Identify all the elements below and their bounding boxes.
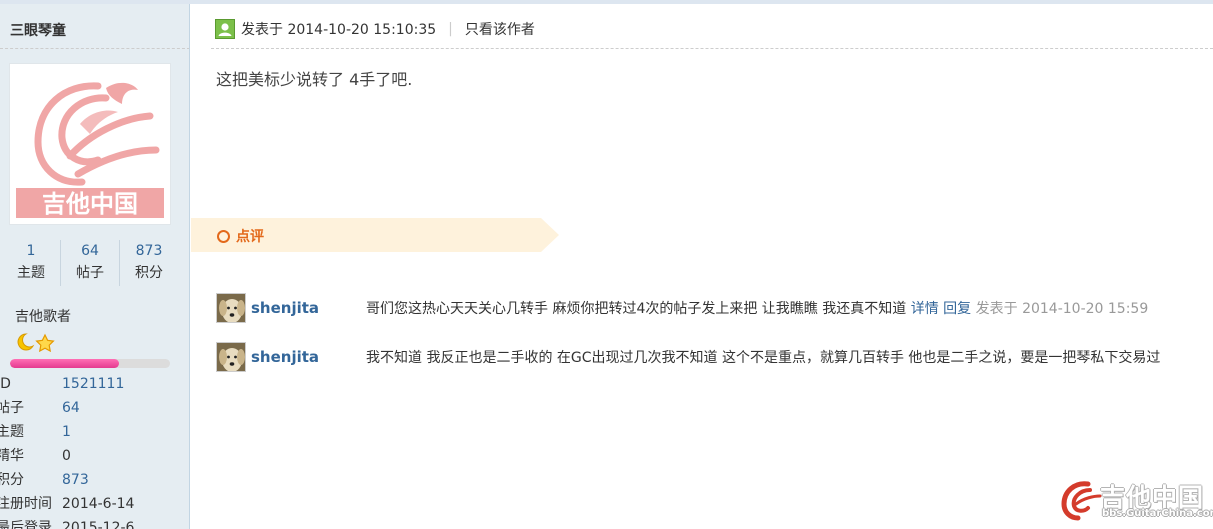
profile-key: 最后登录 [0, 520, 52, 529]
post-content: 发表于 2014-10-20 15:10:35 | 只看该作者 这把美标少说转了… [191, 4, 1213, 529]
stat-credits[interactable]: 873 积分 [120, 240, 178, 286]
profile-row-posts: 帖子 64 [0, 396, 186, 420]
profile-row-last-login: 最后登录 2015-12-6 [0, 516, 186, 529]
stat-value[interactable]: 64 [61, 240, 119, 262]
commenter-avatar[interactable] [216, 342, 246, 372]
comment-item: shenjita 我不知道 我反正也是二手收的 在GC出现过几次我不知道 这个不… [216, 342, 1213, 374]
profile-key: 主题 [0, 424, 24, 440]
user-stats: 1 主题 64 帖子 873 积分 [2, 240, 178, 286]
author-name-link[interactable]: 三眼琴童 [10, 20, 66, 40]
commenter-name-link[interactable]: shenjita [251, 299, 319, 317]
meta-separator: | [448, 21, 453, 37]
profile-key: 精华 [0, 448, 24, 464]
comments-section-header: 点评 [191, 218, 561, 252]
stat-value[interactable]: 1 [2, 240, 60, 262]
profile-value: 2014-6-14 [62, 496, 135, 512]
stat-label: 主题 [17, 265, 45, 281]
profile-row-credits: 积分 873 [0, 468, 186, 492]
avatar[interactable]: 吉他中国 [9, 63, 171, 225]
profile-key: 帖子 [0, 400, 24, 416]
profile-row-threads: 主题 1 [0, 420, 186, 444]
stat-posts[interactable]: 64 帖子 [61, 240, 120, 286]
credit-progress-bar [10, 359, 170, 368]
user-online-icon [215, 19, 235, 39]
comment-body: 哥们您这热心天天关心几转手 麻烦你把转过4次的帖子发上来把 让我瞧瞧 我还真不知… [366, 301, 907, 317]
credit-progress-fill [10, 359, 119, 368]
post-timestamp: 发表于 2014-10-20 15:10:35 [241, 22, 437, 38]
author-sidebar: 三眼琴童 吉他中国 1 主题 64 帖子 873 积分 吉他歌者 D 15211… [0, 4, 190, 529]
guitarchina-logo-image: 吉他中国 [16, 82, 164, 218]
post-meta: 发表于 2014-10-20 15:10:35 | 只看该作者 [215, 18, 535, 40]
moon-icon [17, 333, 35, 351]
comment-body: 我不知道 我反正也是二手收的 在GC出现过几次我不知道 这个不是重点，就算几百转… [366, 350, 1161, 366]
dog-avatar-icon [217, 294, 245, 322]
profile-value[interactable]: 64 [62, 396, 80, 420]
profile-key: 积分 [0, 472, 24, 488]
comment-header-label: 点评 [217, 226, 264, 246]
comment-text: 我不知道 我反正也是二手收的 在GC出现过几次我不知道 这个不是重点，就算几百转… [366, 347, 1160, 367]
post-body-text: 这把美标少说转了 4手了吧. [216, 70, 413, 89]
comment-ring-icon [217, 229, 230, 243]
profile-value: 0 [62, 448, 71, 464]
profile-value: 2015-12-6 [62, 520, 135, 529]
comment-reply-link[interactable]: 回复 [943, 301, 971, 317]
sidebar-divider [0, 48, 189, 49]
comment-header-text: 点评 [236, 229, 264, 245]
comment-text: 哥们您这热心天天关心几转手 麻烦你把转过4次的帖子发上来把 让我瞧瞧 我还真不知… [366, 298, 1148, 318]
guitarchina-swirl-icon [1061, 481, 1102, 521]
comment-detail-link[interactable]: 详情 [911, 301, 939, 317]
comment-item: shenjita 哥们您这热心天天关心几转手 麻烦你把转过4次的帖子发上来把 让… [216, 293, 1213, 325]
site-watermark: 吉他中国 bbs.GuitarChina.com [1058, 476, 1213, 526]
profile-info: ID 1521111 帖子 64 主题 1 精华 0 积分 873 注册时间 2… [0, 372, 186, 529]
watermark-url: bbs.GuitarChina.com [1102, 508, 1213, 519]
stat-value[interactable]: 873 [120, 240, 178, 262]
only-author-link[interactable]: 只看该作者 [465, 19, 535, 39]
commenter-name-link[interactable]: shenjita [251, 348, 319, 366]
rank-badges [15, 332, 65, 353]
dog-avatar-icon [217, 343, 245, 371]
stat-label: 帖子 [76, 265, 104, 281]
profile-value[interactable]: 1 [62, 420, 71, 444]
stat-threads[interactable]: 1 主题 [2, 240, 61, 286]
stat-label: 积分 [135, 265, 163, 281]
commenter-avatar[interactable] [216, 293, 246, 323]
comment-timestamp: 发表于 2014-10-20 15:59 [975, 301, 1149, 317]
profile-row-id: ID 1521111 [0, 372, 186, 396]
profile-row-register-date: 注册时间 2014-6-14 [0, 492, 186, 516]
avatar-logo-text: 吉他中国 [42, 190, 138, 218]
user-group-label: 吉他歌者 [15, 309, 71, 325]
profile-key: 注册时间 [0, 496, 52, 512]
star-icon [35, 333, 55, 353]
profile-value[interactable]: 873 [62, 468, 89, 492]
post-meta-divider [211, 48, 1213, 49]
profile-row-digest: 精华 0 [0, 444, 186, 468]
profile-key: ID [0, 376, 11, 392]
profile-value[interactable]: 1521111 [62, 372, 124, 396]
